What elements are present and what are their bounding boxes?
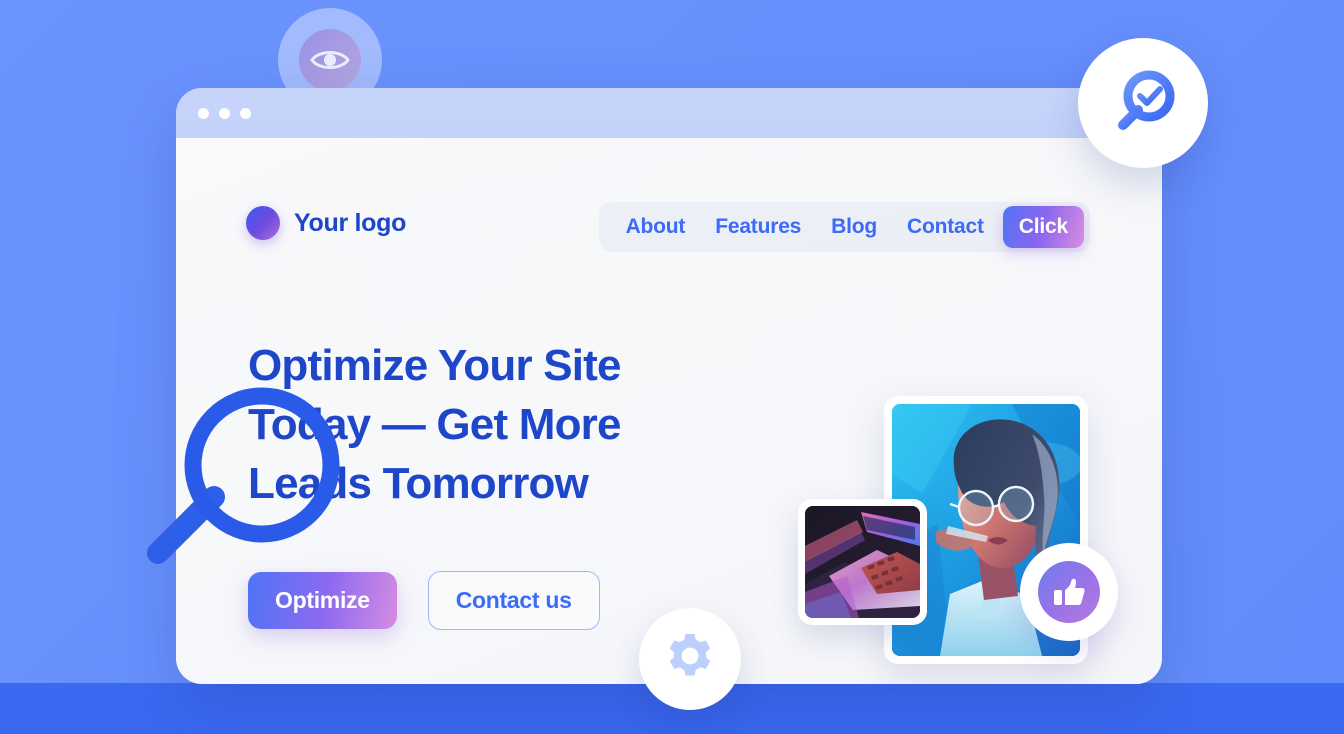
eye-badge-inner <box>299 29 361 91</box>
contact-us-button[interactable]: Contact us <box>427 571 600 630</box>
gear-badge[interactable] <box>639 608 741 710</box>
hero-actions: Optimize Contact us <box>248 571 600 630</box>
page-content: Your logo About Features Blog Contact Cl… <box>176 138 1162 684</box>
browser-window: Your logo About Features Blog Contact Cl… <box>176 88 1162 684</box>
brand[interactable]: Your logo <box>246 206 406 240</box>
brand-name: Your logo <box>294 208 407 237</box>
site-nav: About Features Blog Contact Click <box>598 202 1090 252</box>
browser-titlebar <box>176 88 1162 138</box>
laptop-photo-image <box>805 506 920 618</box>
gradient-circle-logo-icon <box>246 206 280 240</box>
nav-link-contact[interactable]: Contact <box>896 209 995 245</box>
thumbs-up-badge[interactable] <box>1020 543 1118 641</box>
optimize-button[interactable]: Optimize <box>248 572 397 629</box>
magnifier-check-icon <box>1118 70 1175 130</box>
window-dot-2-icon[interactable] <box>219 107 230 119</box>
hero-illustration-canvas: Your logo About Features Blog Contact Cl… <box>0 0 1344 734</box>
hero-copy: Optimize Your Site Today — Get More Lead… <box>248 336 718 513</box>
window-dot-1-icon[interactable] <box>198 107 209 119</box>
nav-link-features[interactable]: Features <box>704 209 812 245</box>
page-title: Optimize Your Site Today — Get More Lead… <box>248 341 622 508</box>
nav-link-blog[interactable]: Blog <box>820 209 888 245</box>
gear-icon <box>669 634 711 676</box>
window-dot-3-icon[interactable] <box>240 107 251 119</box>
search-check-badge[interactable] <box>1078 38 1208 168</box>
nav-click-button[interactable]: Click <box>1002 206 1084 248</box>
laptop-photo <box>798 499 927 625</box>
thumbs-up-badge-inner <box>1038 561 1100 623</box>
thumbs-up-icon <box>1054 578 1085 605</box>
nav-link-about[interactable]: About <box>615 209 697 245</box>
eye-icon <box>310 51 350 69</box>
